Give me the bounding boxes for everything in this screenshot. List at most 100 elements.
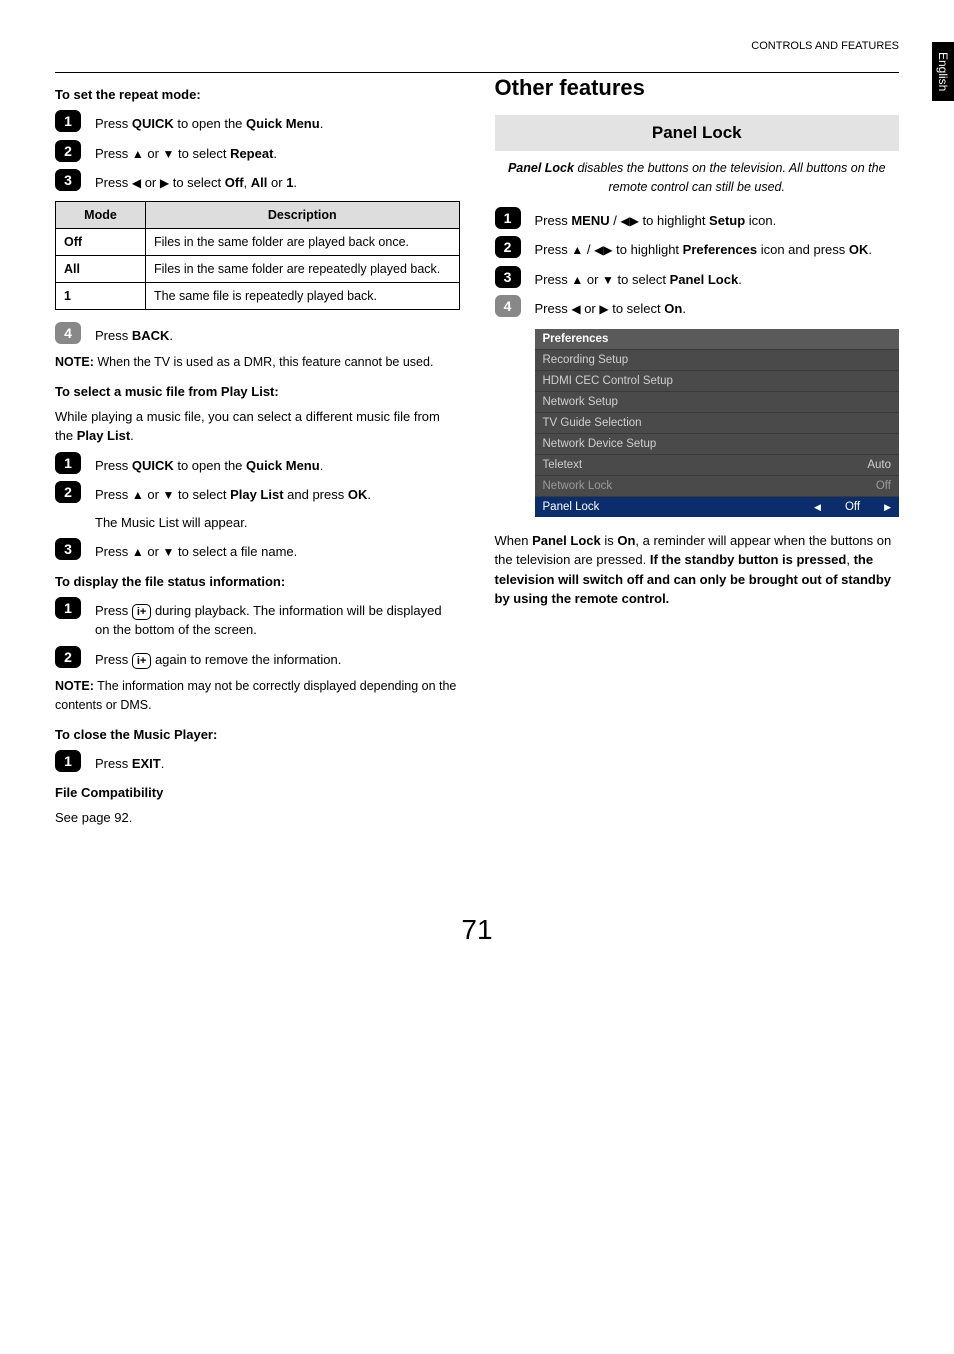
right-column: Other features Panel Lock Panel Lock dis… [495,75,900,834]
preferences-row-label: Teletext [543,459,583,471]
close-step-1: 1 Press EXIT. [55,750,460,774]
left-arrow-icon [571,300,580,318]
music-intro: While playing a music file, you can sele… [55,407,460,446]
preferences-row-label: Recording Setup [543,354,629,366]
preferences-title: Preferences [535,329,900,349]
step-badge-2: 2 [55,481,81,503]
preferences-row: Network Lock Off [535,475,900,496]
down-arrow-icon [163,543,175,561]
panel-lock-intro: Panel Lock disables the buttons on the t… [495,159,900,197]
header-row: CONTROLS AND FEATURES [55,40,899,52]
step-badge-3: 3 [495,266,521,288]
heading-other-features: Other features [495,75,900,101]
up-arrow-icon [132,145,144,163]
panel-step-3: 3 Press or to select Panel Lock. [495,266,900,290]
preferences-row-label: Network Setup [543,396,618,408]
page-number: 71 [55,914,899,946]
display-step-1: 1 Press during playback. The information… [55,597,460,640]
language-tab: English [932,42,954,101]
table-th-mode: Mode [56,201,146,228]
preferences-row-label: Network Lock [543,480,613,492]
step-badge-3: 3 [55,538,81,560]
step-badge-4: 4 [55,322,81,344]
step-4: 4 Press BACK. [55,322,460,346]
step-2-text: Press or to select Repeat. [95,140,460,164]
up-arrow-icon [132,486,144,504]
table-row: OffFiles in the same folder are played b… [56,228,460,255]
step-badge-1: 1 [55,110,81,132]
info-button-icon [132,604,151,620]
preferences-row-label: Panel Lock [543,501,600,513]
left-arrow-icon [814,501,821,513]
section-title: CONTROLS AND FEATURES [751,40,899,52]
step-badge-1: 1 [55,750,81,772]
left-arrow-icon [132,174,141,192]
right-arrow-icon [603,241,612,259]
step-badge-1: 1 [495,207,521,229]
heading-repeat-mode: To set the repeat mode: [55,87,460,102]
preferences-row-value: Off [876,480,891,492]
left-column: To set the repeat mode: 1 Press QUICK to… [55,75,460,834]
table-th-desc: Description [146,201,460,228]
right-arrow-icon [630,212,639,230]
up-arrow-icon [571,241,583,259]
note-dmr: NOTE: When the TV is used as a DMR, this… [55,353,460,372]
step-1: 1 Press QUICK to open the Quick Menu. [55,110,460,134]
up-arrow-icon [571,271,583,289]
heading-close-player: To close the Music Player: [55,727,460,742]
step-3-text: Press or to select Off, All or 1. [95,169,460,193]
panel-step-2: 2 Press / to highlight Preferences icon … [495,236,900,260]
preferences-row-value: Auto [867,459,891,471]
table-row: AllFiles in the same folder are repeated… [56,255,460,282]
right-arrow-icon [884,501,891,513]
table-row: 1The same file is repeatedly played back… [56,282,460,309]
preferences-row: Panel Lock Off [535,496,900,517]
preferences-row: Teletext Auto [535,454,900,475]
left-arrow-icon [594,241,603,259]
info-button-icon [132,653,151,669]
preferences-row-label: TV Guide Selection [543,417,642,429]
preferences-row-label: HDMI CEC Control Setup [543,375,673,387]
music-step-1: 1 Press QUICK to open the Quick Menu. [55,452,460,476]
panel-lock-outro: When Panel Lock is On, a reminder will a… [495,531,900,609]
heading-file-compat: File Compatibility [55,785,460,800]
left-arrow-icon [620,212,629,230]
step-badge-1: 1 [55,452,81,474]
up-arrow-icon [132,543,144,561]
step-3: 3 Press or to select Off, All or 1. [55,169,460,193]
down-arrow-icon [163,145,175,163]
preferences-row: TV Guide Selection [535,412,900,433]
music-step-3: 3 Press or to select a file name. [55,538,460,562]
heading-panel-lock: Panel Lock [495,115,900,151]
heading-select-music: To select a music file from Play List: [55,384,460,399]
preferences-row-value: Off [814,501,891,513]
step-badge-2: 2 [55,646,81,668]
right-arrow-icon [160,174,169,192]
preferences-row: Recording Setup [535,349,900,370]
repeat-mode-table: Mode Description OffFiles in the same fo… [55,201,460,310]
step-1-text: Press QUICK to open the Quick Menu. [95,110,460,134]
preferences-row: Network Device Setup [535,433,900,454]
panel-step-4: 4 Press or to select On. [495,295,900,319]
note-info: NOTE: The information may not be correct… [55,677,460,715]
right-arrow-icon [599,300,608,318]
step-badge-2: 2 [55,140,81,162]
display-step-2: 2 Press again to remove the information. [55,646,460,670]
page: CONTROLS AND FEATURES English To set the… [0,0,954,1354]
step-badge-2: 2 [495,236,521,258]
preferences-row: HDMI CEC Control Setup [535,370,900,391]
preferences-panel: Preferences Recording Setup HDMI CEC Cont… [535,329,900,517]
header-rule [55,72,899,73]
step-badge-4: 4 [495,295,521,317]
panel-step-1: 1 Press MENU / to highlight Setup icon. [495,207,900,231]
compat-text: See page 92. [55,808,460,828]
down-arrow-icon [163,486,175,504]
heading-status-info: To display the file status information: [55,574,460,589]
step-4-text: Press BACK. [95,322,460,346]
step-2: 2 Press or to select Repeat. [55,140,460,164]
preferences-row-label: Network Device Setup [543,438,657,450]
step-badge-1: 1 [55,597,81,619]
down-arrow-icon [602,271,614,289]
preferences-row: Network Setup [535,391,900,412]
music-step-2: 2 Press or to select Play List and press… [55,481,460,532]
